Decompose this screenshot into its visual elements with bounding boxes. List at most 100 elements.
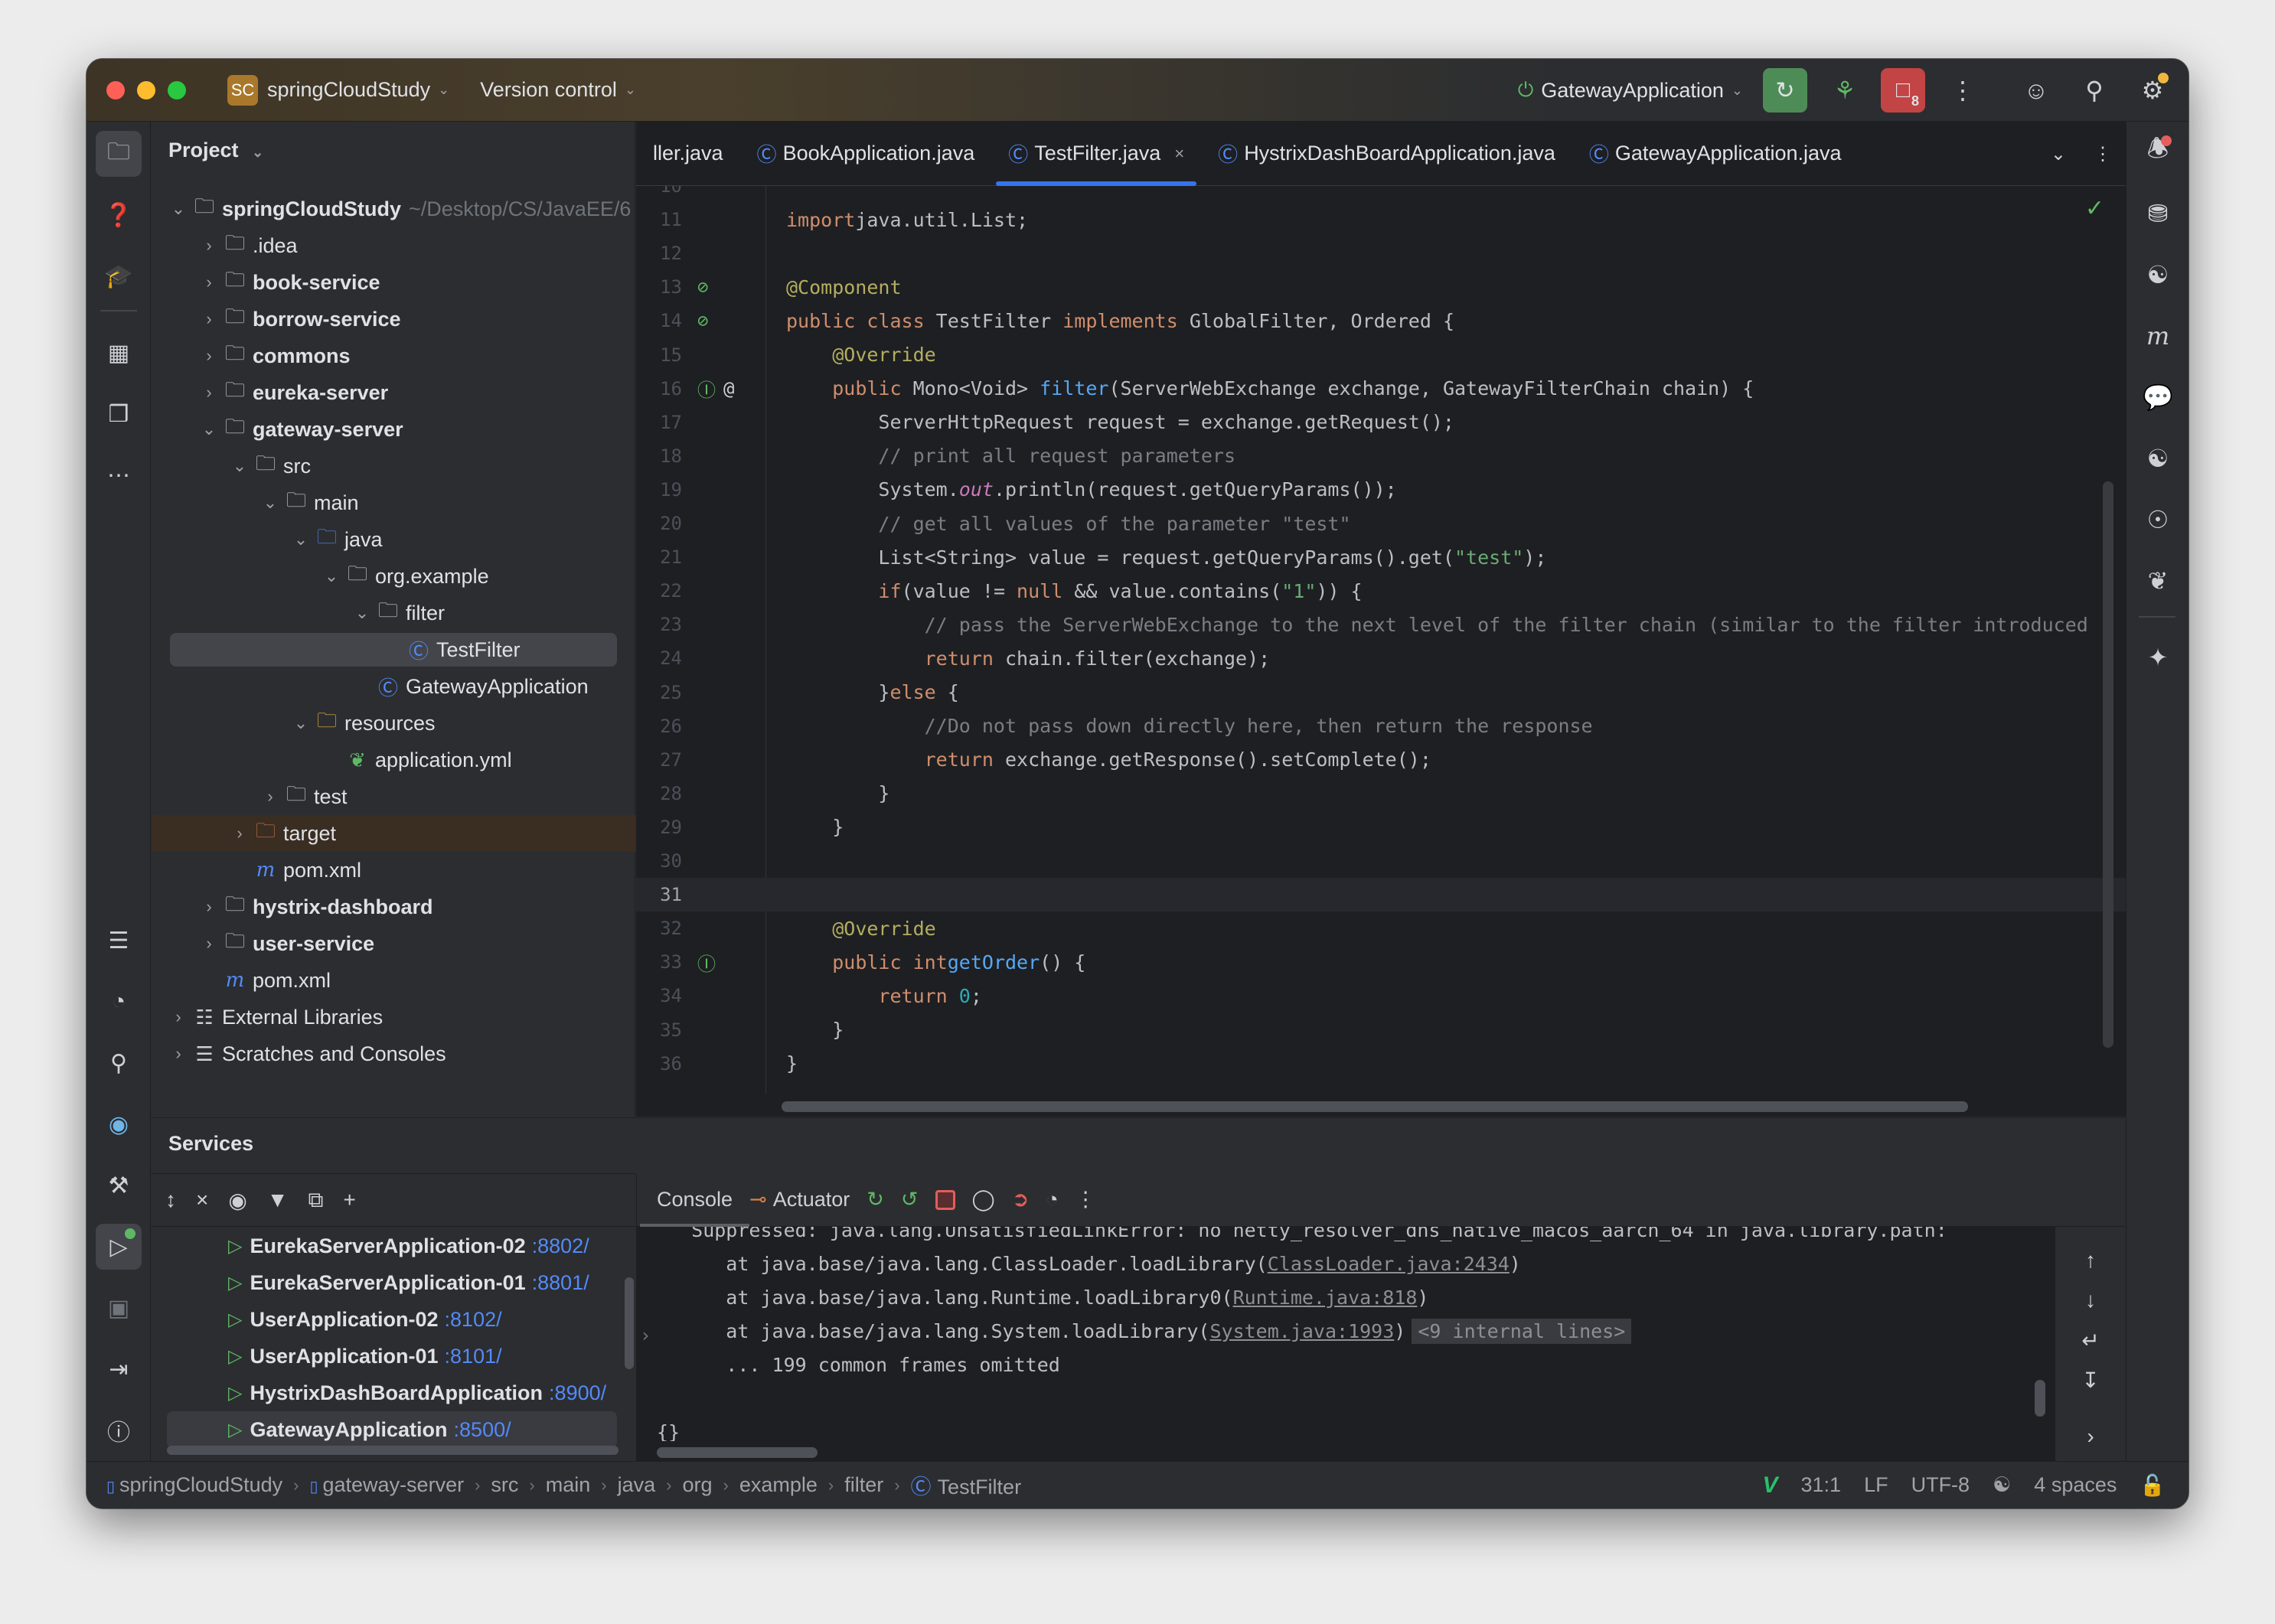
- tab-gatewayapplication-java[interactable]: Ⓒ GatewayApplication.java: [1572, 122, 1859, 186]
- tree-item[interactable]: › 🗀 commons: [152, 338, 635, 374]
- line-number[interactable]: 33: [636, 951, 682, 973]
- code-line[interactable]: 21 List<String> value = request.getQuery…: [636, 540, 2127, 574]
- chat-button[interactable]: 💬: [2135, 374, 2181, 420]
- filter-icon[interactable]: ▼: [267, 1188, 289, 1212]
- line-number[interactable]: 15: [636, 344, 682, 366]
- run-configuration-selector[interactable]: ⏻ GatewayApplication ⌄: [1518, 78, 1743, 103]
- service-port-link[interactable]: :8101/: [445, 1345, 502, 1368]
- tree-item[interactable]: ⌄ 🗀 filter: [152, 595, 635, 631]
- line-number[interactable]: 25: [636, 682, 682, 703]
- maven-button[interactable]: m: [2135, 313, 2181, 359]
- tree-item[interactable]: › 🗀 target: [152, 815, 635, 852]
- tree-item[interactable]: ❦ application.yml: [152, 742, 635, 778]
- breadcrumb-item[interactable]: main: [546, 1473, 591, 1497]
- tree-item[interactable]: ⌄ 🗀 java: [152, 521, 635, 558]
- line-number[interactable]: 24: [636, 647, 682, 669]
- code-line[interactable]: 29 }: [636, 810, 2127, 844]
- breadcrumb-item[interactable]: ▯ gateway-server: [309, 1473, 464, 1497]
- tree-item[interactable]: ⌄ 🗀 org.example: [152, 558, 635, 595]
- tree-item[interactable]: m pom.xml: [152, 962, 635, 999]
- line-number[interactable]: 19: [636, 479, 682, 501]
- line-number[interactable]: 29: [636, 817, 682, 838]
- line-number[interactable]: 28: [636, 783, 682, 804]
- line-number[interactable]: 13: [636, 276, 682, 298]
- code-line[interactable]: 18 // print all request parameters: [636, 439, 2127, 473]
- tab-testfilter-java[interactable]: Ⓒ TestFilter.java ×: [991, 122, 1201, 186]
- line-separator[interactable]: LF: [1864, 1473, 1888, 1497]
- tab-bookapplication-java[interactable]: Ⓒ BookApplication.java: [740, 122, 992, 186]
- service-port-link[interactable]: :8500/: [454, 1418, 511, 1442]
- service-item[interactable]: ▷ HystrixDashBoardApplication:8900/: [152, 1375, 635, 1411]
- find-tool-button[interactable]: ⚲: [96, 1040, 142, 1086]
- chevron-right-icon[interactable]: ›: [197, 346, 220, 366]
- chevron-down-icon[interactable]: ⌄: [351, 603, 374, 623]
- file-encoding[interactable]: UTF-8: [1911, 1473, 1970, 1497]
- tree-item[interactable]: › 🗀 test: [152, 778, 635, 815]
- scroll-to-end-icon[interactable]: ↧: [2069, 1361, 2112, 1398]
- add-service-icon[interactable]: +: [344, 1188, 356, 1212]
- code-line[interactable]: 33 Ⓘ public intgetOrder() {: [636, 945, 2127, 979]
- stop-button[interactable]: □ 8: [1881, 68, 1925, 113]
- problems-tool-button[interactable]: ⓘ: [96, 1407, 142, 1453]
- services-tool-button[interactable]: ▷: [96, 1224, 142, 1270]
- tree-item[interactable]: ⌄ 🗀 gateway-server: [152, 411, 635, 448]
- stacktrace-link[interactable]: ClassLoader.java:2434: [1268, 1253, 1510, 1275]
- tree-item[interactable]: › 🗀 book-service: [152, 264, 635, 301]
- tab-hystrixdashboardapplication-java[interactable]: Ⓒ HystrixDashBoardApplication.java: [1201, 122, 1572, 186]
- chevron-down-icon[interactable]: ⌄: [228, 456, 251, 476]
- line-number[interactable]: 21: [636, 546, 682, 568]
- learn-tool-button[interactable]: 🎓: [96, 253, 142, 299]
- tree-item[interactable]: Ⓒ GatewayApplication: [152, 668, 635, 705]
- line-number[interactable]: 31: [636, 884, 682, 905]
- chevron-right-icon[interactable]: ›: [259, 787, 282, 807]
- project-selector[interactable]: springCloudStudy: [267, 78, 430, 102]
- kebab-icon[interactable]: ⋮: [1075, 1188, 1096, 1211]
- zoom-window-button[interactable]: [168, 80, 186, 99]
- minimize-window-button[interactable]: [137, 80, 155, 99]
- breadcrumb-item[interactable]: org: [682, 1473, 712, 1497]
- line-number[interactable]: 14: [636, 310, 682, 331]
- breadcrumb-item[interactable]: src: [491, 1473, 518, 1497]
- soft-wrap-icon[interactable]: ↵: [2069, 1322, 2112, 1358]
- line-number[interactable]: 30: [636, 850, 682, 872]
- chevron-right-icon[interactable]: ›: [167, 1044, 190, 1064]
- version-control-menu[interactable]: Version control: [480, 78, 617, 102]
- unlock-icon[interactable]: 🔓: [2140, 1473, 2166, 1498]
- tree-item[interactable]: m pom.xml: [152, 852, 635, 889]
- code-line[interactable]: 19 System.out.println(request.getQueryPa…: [636, 473, 2127, 507]
- service-port-link[interactable]: :8900/: [549, 1381, 606, 1405]
- code-line[interactable]: 34 return 0;: [636, 979, 2127, 1013]
- line-number[interactable]: 22: [636, 580, 682, 602]
- tree-item[interactable]: ⌄ 🗀 resources: [152, 705, 635, 742]
- line-number[interactable]: 18: [636, 445, 682, 467]
- rerun-icon[interactable]: ↻: [867, 1188, 884, 1211]
- tab-console[interactable]: Console: [639, 1173, 750, 1227]
- breadcrumb-item[interactable]: java: [618, 1473, 656, 1497]
- profiler-tool-button[interactable]: ◔: [96, 979, 142, 1025]
- new-tab-icon[interactable]: ⧉: [308, 1188, 324, 1213]
- service-port-link[interactable]: :8802/: [532, 1234, 589, 1258]
- line-number[interactable]: 11: [636, 209, 682, 230]
- expand-chevron-icon[interactable]: ›: [2069, 1418, 2112, 1455]
- collapse-all-icon[interactable]: ×: [196, 1188, 208, 1212]
- debug-button[interactable]: ⚘: [1823, 68, 1867, 113]
- code-line[interactable]: 28 }: [636, 777, 2127, 810]
- line-number[interactable]: 23: [636, 614, 682, 635]
- services-horizontal-scrollbar[interactable]: [167, 1446, 619, 1455]
- line-number[interactable]: 27: [636, 749, 682, 771]
- tree-item[interactable]: › ☷ External Libraries: [152, 999, 635, 1035]
- indent-setting[interactable]: 4 spaces: [2034, 1473, 2117, 1497]
- code-line[interactable]: 13 ⊘ @Component: [636, 270, 2127, 304]
- code-line[interactable]: 36}: [636, 1047, 2127, 1081]
- stacktrace-link[interactable]: System.java:1993: [1209, 1320, 1394, 1342]
- line-number[interactable]: 16: [636, 378, 682, 399]
- code-line[interactable]: 31: [636, 878, 2127, 912]
- code-with-me-button[interactable]: ☺: [2014, 68, 2058, 113]
- line-number[interactable]: 12: [636, 243, 682, 264]
- endpoints-tool-button[interactable]: ▣: [96, 1285, 142, 1331]
- line-number[interactable]: 26: [636, 716, 682, 737]
- more-actions-button[interactable]: ⋮: [1940, 68, 1985, 113]
- tree-item[interactable]: › ☰ Scratches and Consoles: [152, 1035, 635, 1072]
- project-panel-title[interactable]: Project ⌄: [168, 139, 263, 162]
- service-port-link[interactable]: :8102/: [445, 1308, 502, 1332]
